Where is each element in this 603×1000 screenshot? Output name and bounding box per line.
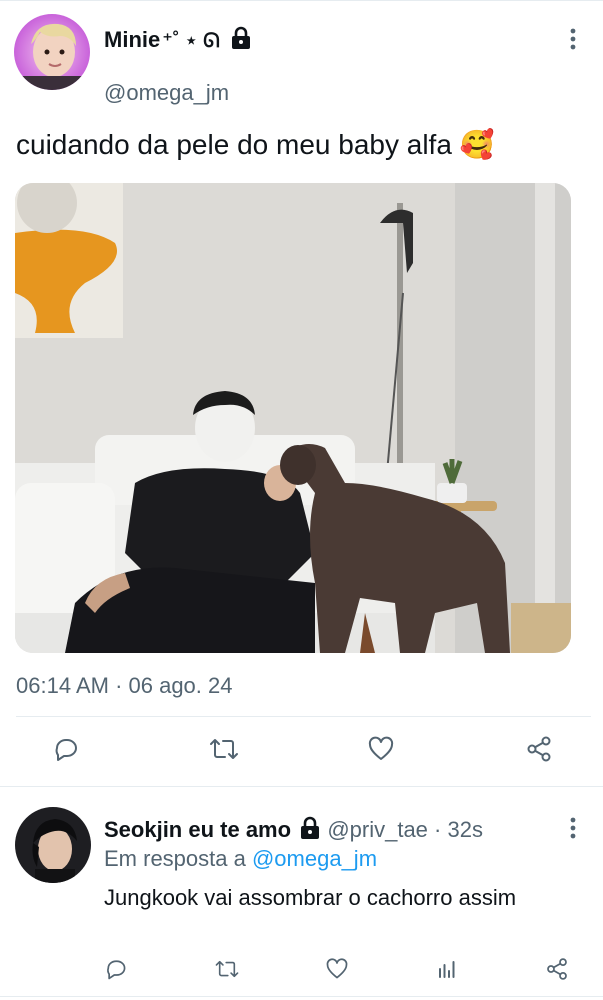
reply-lock-icon bbox=[299, 816, 321, 846]
more-options-icon[interactable] bbox=[560, 26, 586, 52]
tweet-text-body: cuidando da pele do meu baby alfa bbox=[16, 129, 452, 160]
timestamp-divider bbox=[16, 716, 591, 717]
reply-like-icon bbox=[325, 957, 349, 986]
actions-divider bbox=[0, 786, 603, 787]
reply-share-button[interactable] bbox=[543, 957, 571, 985]
reply-reply-button[interactable] bbox=[102, 957, 130, 985]
author-handle[interactable]: @omega_jm bbox=[104, 80, 229, 106]
author-name[interactable]: Minie ⁺˚ ⋆ ᘏ bbox=[104, 26, 252, 56]
author-display-name: Minie bbox=[104, 26, 161, 52]
retweet-icon bbox=[208, 735, 240, 768]
reply-time[interactable]: · 32s bbox=[434, 817, 483, 842]
reply-display-name: Seokjin eu te amo bbox=[104, 816, 292, 842]
tweet-text: cuidando da pele do meu baby alfa 🥰 bbox=[16, 128, 495, 161]
reply-more-options-icon[interactable] bbox=[560, 815, 586, 841]
tweet-timestamp[interactable]: 06:14 AM · 06 ago. 24 bbox=[16, 673, 233, 699]
reply-retweet-button[interactable] bbox=[213, 957, 241, 985]
reply-share-icon bbox=[545, 957, 569, 986]
reply-icon bbox=[52, 735, 80, 768]
top-divider bbox=[0, 0, 603, 1]
in-reply-handle-link[interactable]: @omega_jm bbox=[252, 846, 377, 871]
share-icon bbox=[525, 735, 553, 768]
analytics-icon bbox=[435, 957, 459, 986]
reply-analytics-button[interactable] bbox=[433, 957, 461, 985]
retweet-button[interactable] bbox=[207, 735, 241, 767]
reply-author-avatar[interactable] bbox=[15, 807, 91, 883]
tweet-media-image[interactable] bbox=[15, 183, 571, 653]
reply-reply-icon bbox=[104, 957, 128, 986]
reply-author-name[interactable]: Seokjin eu te amo @priv_tae · 32s bbox=[104, 816, 483, 846]
reply-in-response-to: Em resposta a @omega_jm bbox=[104, 846, 377, 872]
reply-retweet-icon bbox=[214, 957, 240, 986]
author-name-decor: ⁺˚ ⋆ ᘏ bbox=[162, 29, 220, 52]
bottom-divider bbox=[0, 996, 603, 997]
reply-like-button[interactable] bbox=[323, 957, 351, 985]
tweet-emoji: 🥰 bbox=[459, 129, 495, 160]
share-button[interactable] bbox=[523, 735, 555, 767]
like-button[interactable] bbox=[365, 735, 397, 767]
reply-handle[interactable]: @priv_tae bbox=[327, 817, 428, 842]
like-icon bbox=[367, 735, 395, 768]
in-reply-prefix: Em resposta a bbox=[104, 846, 246, 871]
author-avatar[interactable] bbox=[14, 14, 90, 90]
reply-button[interactable] bbox=[50, 735, 82, 767]
reply-text: Jungkook vai assombrar o cachorro assim bbox=[104, 885, 517, 910]
lock-icon bbox=[230, 26, 252, 56]
